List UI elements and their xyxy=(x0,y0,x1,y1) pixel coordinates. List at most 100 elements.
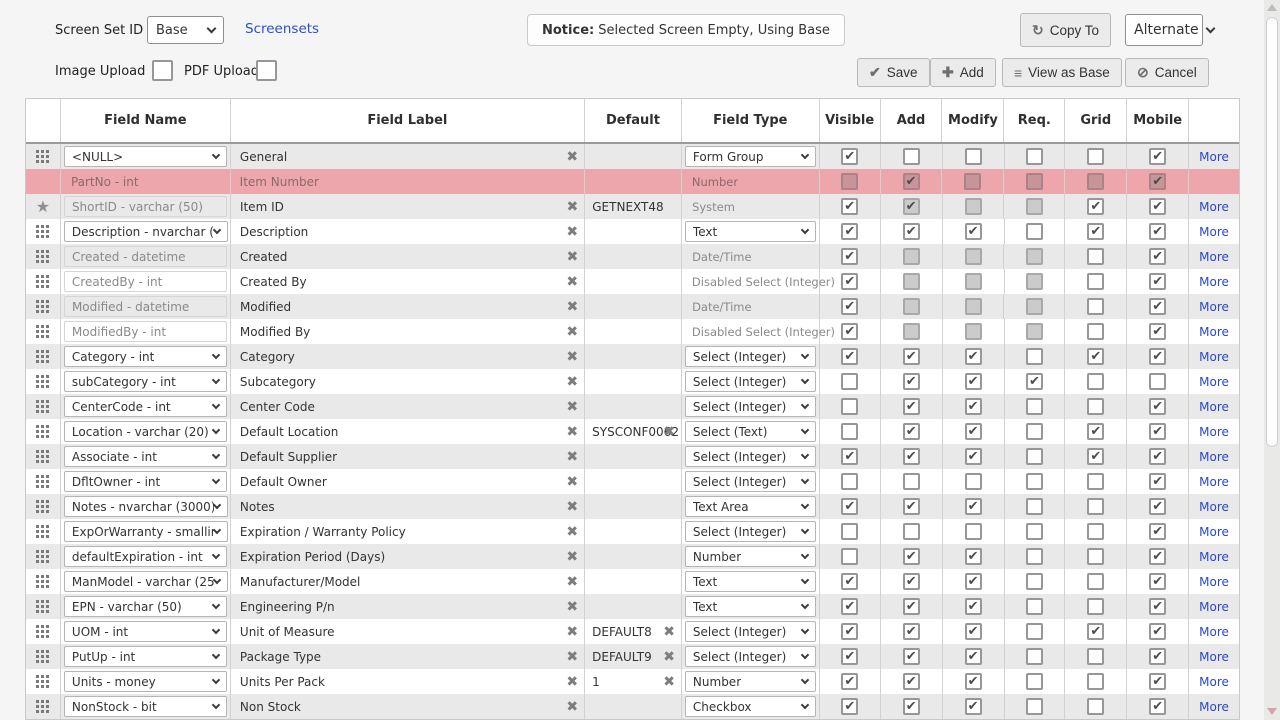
checkbox-grid[interactable]: ✔ xyxy=(1087,448,1104,465)
vertical-scrollbar[interactable] xyxy=(1264,0,1280,720)
drag-handle-icon[interactable] xyxy=(36,675,49,688)
checkbox-add[interactable] xyxy=(903,473,920,490)
checkbox-mobile[interactable]: ✔ xyxy=(1149,273,1166,290)
field-label-input[interactable]: Non Stock xyxy=(231,700,301,714)
checkbox-req[interactable] xyxy=(1026,473,1043,490)
checkbox-mobile[interactable]: ✔ xyxy=(1149,548,1166,565)
checkbox-grid[interactable] xyxy=(1087,248,1104,265)
checkbox-add[interactable]: ✔ xyxy=(903,598,920,615)
checkbox-add[interactable]: ✔ xyxy=(903,648,920,665)
checkbox-modify[interactable]: ✔ xyxy=(965,348,982,365)
field-label-input[interactable]: Default Supplier xyxy=(231,450,337,464)
checkbox-add[interactable]: ✔ xyxy=(903,548,920,565)
field-name-select[interactable]: NonStock - bit xyxy=(64,696,227,717)
checkbox-grid[interactable]: ✔ xyxy=(1087,198,1104,215)
checkbox-mobile[interactable]: ✔ xyxy=(1149,573,1166,590)
checkbox-req[interactable] xyxy=(1026,523,1043,540)
copy-target-select[interactable]: Alternate xyxy=(1125,14,1203,46)
clear-icon[interactable]: ✖ xyxy=(566,225,578,239)
drag-handle-icon[interactable] xyxy=(36,600,49,613)
field-type-select[interactable]: Select (Integer) xyxy=(685,446,816,467)
checkbox-modify[interactable]: ✔ xyxy=(965,373,982,390)
checkbox-modify[interactable]: ✔ xyxy=(965,673,982,690)
checkbox-req[interactable] xyxy=(1026,348,1043,365)
field-type-select[interactable]: Select (Integer) xyxy=(685,646,816,667)
checkbox-req[interactable] xyxy=(1026,223,1043,240)
checkbox-visible[interactable]: ✔ xyxy=(841,448,858,465)
checkbox-modify[interactable]: ✔ xyxy=(965,423,982,440)
more-link[interactable]: More xyxy=(1199,325,1229,339)
field-type-select[interactable]: Select (Integer) xyxy=(685,396,816,417)
drag-handle-icon[interactable] xyxy=(36,325,49,338)
clear-icon[interactable]: ✖ xyxy=(566,275,578,289)
checkbox-add[interactable]: ✔ xyxy=(903,498,920,515)
field-label-input[interactable]: Units Per Pack xyxy=(231,675,325,689)
checkbox-visible[interactable]: ✔ xyxy=(841,648,858,665)
checkbox-req[interactable] xyxy=(1026,423,1043,440)
field-label-input[interactable]: Modified By xyxy=(231,325,310,339)
field-name-select[interactable]: PutUp - int xyxy=(64,646,227,667)
default-input[interactable]: 1 xyxy=(585,675,600,689)
checkbox-add[interactable] xyxy=(903,148,920,165)
checkbox-add[interactable]: ✔ xyxy=(903,373,920,390)
checkbox-mobile[interactable]: ✔ xyxy=(1149,698,1166,715)
field-label-input[interactable]: Center Code xyxy=(231,400,315,414)
checkbox-grid[interactable]: ✔ xyxy=(1087,223,1104,240)
more-link[interactable]: More xyxy=(1199,375,1229,389)
field-label-input[interactable]: Default Owner xyxy=(231,475,327,489)
field-name-select[interactable]: Description - nvarchar (255) xyxy=(64,221,228,242)
field-name-select[interactable]: CenterCode - int xyxy=(64,396,227,417)
checkbox-grid[interactable] xyxy=(1087,548,1104,565)
field-name-select[interactable]: ManModel - varchar (255) xyxy=(64,571,228,592)
more-link[interactable]: More xyxy=(1199,275,1229,289)
field-type-select[interactable]: Text xyxy=(685,596,816,617)
clear-icon[interactable]: ✖ xyxy=(566,550,578,564)
checkbox-grid[interactable] xyxy=(1087,698,1104,715)
field-name-select[interactable]: Location - varchar (20) xyxy=(64,421,227,442)
drag-handle-icon[interactable] xyxy=(36,425,49,438)
more-link[interactable]: More xyxy=(1199,250,1229,264)
clear-icon[interactable]: ✖ xyxy=(663,625,675,639)
drag-handle-icon[interactable] xyxy=(36,450,49,463)
checkbox-mobile[interactable]: ✔ xyxy=(1149,423,1166,440)
checkbox-grid[interactable] xyxy=(1087,648,1104,665)
field-type-select[interactable]: Select (Integer) xyxy=(685,471,816,492)
checkbox-mobile[interactable]: ✔ xyxy=(1149,248,1166,265)
more-link[interactable]: More xyxy=(1199,300,1229,314)
checkbox-mobile[interactable]: ✔ xyxy=(1149,598,1166,615)
checkbox-req[interactable] xyxy=(1026,698,1043,715)
drag-handle-icon[interactable] xyxy=(36,225,49,238)
checkbox-visible[interactable]: ✔ xyxy=(841,223,858,240)
checkbox-mobile[interactable]: ✔ xyxy=(1149,198,1166,215)
checkbox-modify[interactable]: ✔ xyxy=(965,398,982,415)
field-label-input[interactable]: Engineering P/n xyxy=(231,600,335,614)
checkbox-visible[interactable] xyxy=(841,548,858,565)
checkbox-grid[interactable] xyxy=(1087,473,1104,490)
checkbox-visible[interactable]: ✔ xyxy=(841,298,858,315)
checkbox-add[interactable]: ✔ xyxy=(903,448,920,465)
clear-icon[interactable]: ✖ xyxy=(567,250,579,264)
more-link[interactable]: More xyxy=(1199,475,1229,489)
field-type-select[interactable]: Checkbox xyxy=(685,696,816,717)
checkbox-grid[interactable] xyxy=(1087,273,1104,290)
clear-icon[interactable]: ✖ xyxy=(567,200,579,214)
field-label-input[interactable]: Item ID xyxy=(231,200,284,214)
drag-handle-icon[interactable] xyxy=(36,650,49,663)
checkbox-mobile[interactable]: ✔ xyxy=(1149,448,1166,465)
more-link[interactable]: More xyxy=(1199,425,1229,439)
more-link[interactable]: More xyxy=(1199,450,1229,464)
checkbox-mobile[interactable]: ✔ xyxy=(1149,648,1166,665)
clear-icon[interactable]: ✖ xyxy=(566,500,578,514)
checkbox-mobile[interactable]: ✔ xyxy=(1149,223,1166,240)
clear-icon[interactable]: ✖ xyxy=(566,150,578,164)
checkbox-add[interactable] xyxy=(903,523,920,540)
checkbox-add[interactable]: ✔ xyxy=(903,673,920,690)
checkbox-req[interactable] xyxy=(1026,573,1043,590)
checkbox-mobile[interactable]: ✔ xyxy=(1149,473,1166,490)
checkbox-modify[interactable]: ✔ xyxy=(965,448,982,465)
checkbox-visible[interactable]: ✔ xyxy=(841,598,858,615)
checkbox-grid[interactable] xyxy=(1087,373,1104,390)
checkbox-mobile[interactable]: ✔ xyxy=(1149,523,1166,540)
more-link[interactable]: More xyxy=(1199,225,1229,239)
field-label-input[interactable]: General xyxy=(231,150,287,164)
